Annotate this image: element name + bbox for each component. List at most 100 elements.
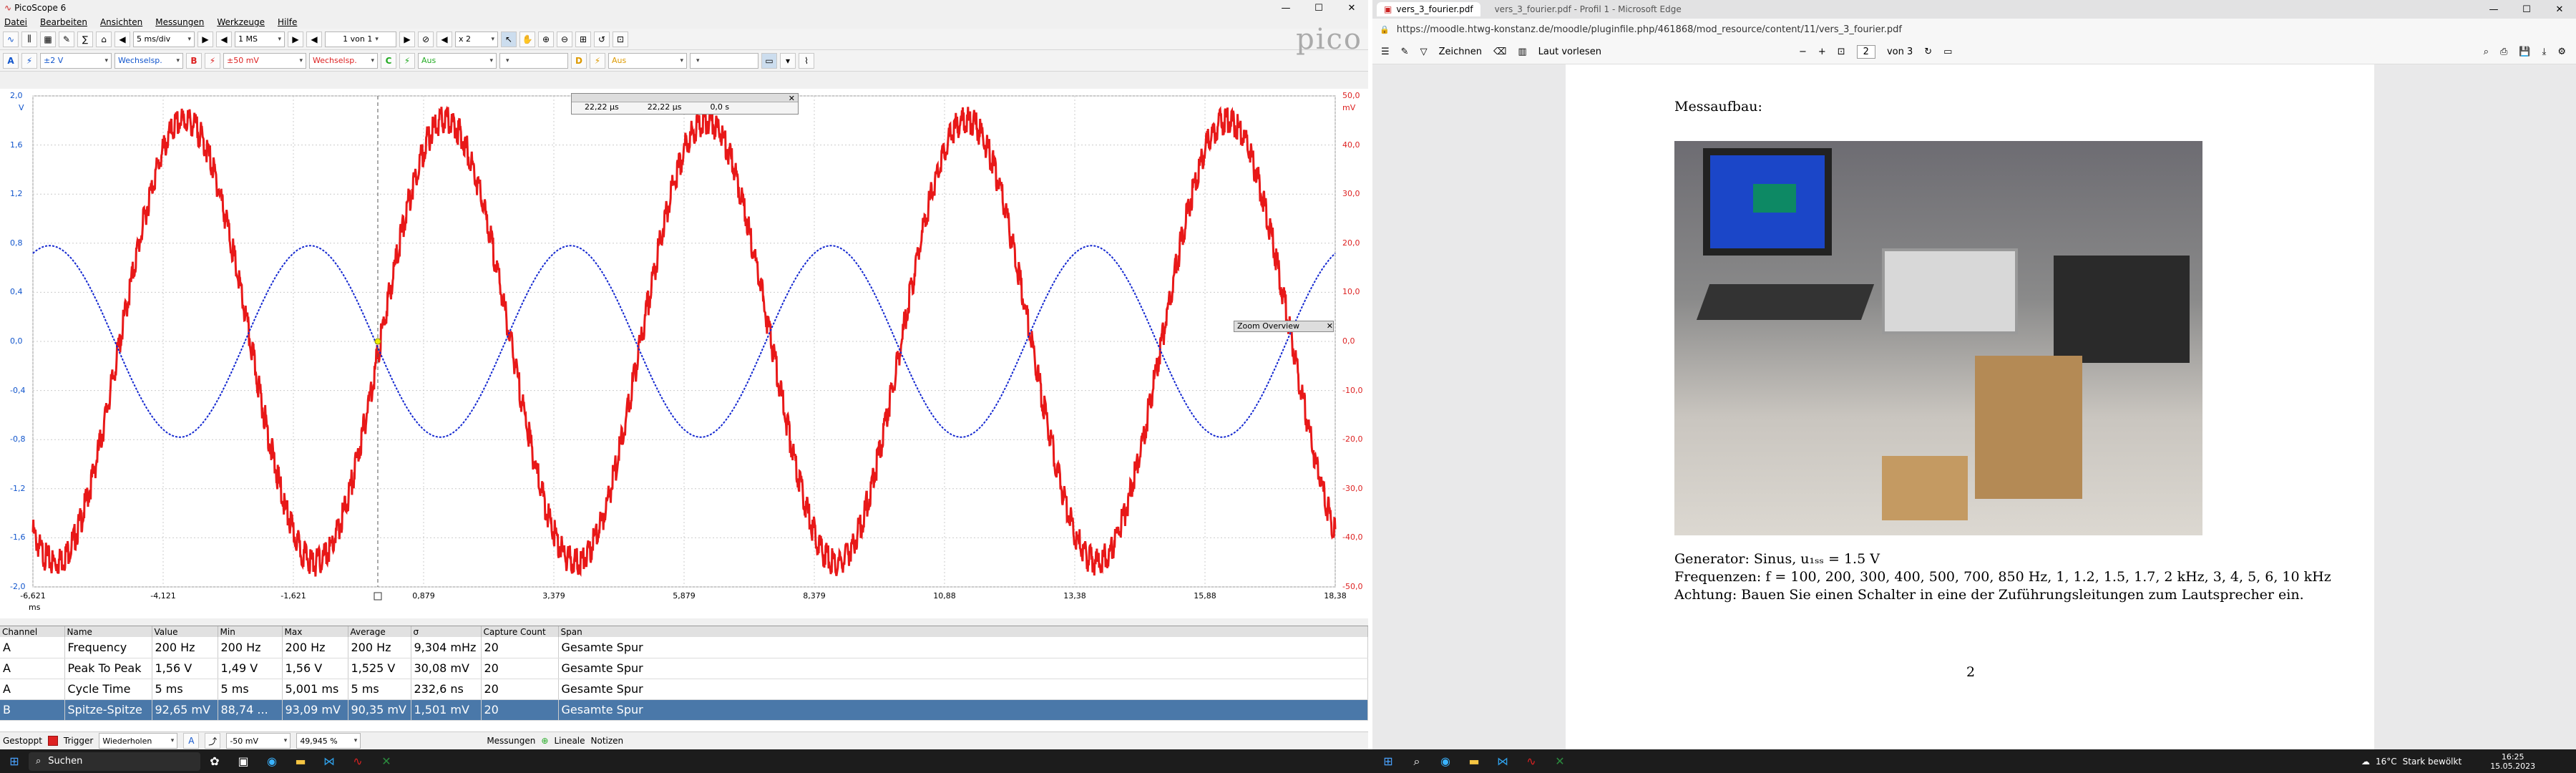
fit-page-icon[interactable]: ⊡ [1838,47,1845,57]
undo-zoom-icon[interactable]: ↺ [594,31,610,47]
prev-capture-icon[interactable]: ◀ [306,31,322,47]
search-box[interactable]: ⌕ Suchen [29,752,200,771]
spectrum-mode-icon[interactable]: ⫼ [21,31,37,47]
two-page-icon[interactable]: ▭ [1943,47,1952,57]
menu-datei[interactable]: Datei [4,17,27,27]
scope-mode-icon[interactable]: ∿ [3,31,19,47]
eraser-icon[interactable]: ⌫ [1493,47,1506,57]
edge-minimize-button[interactable]: — [2477,4,2510,15]
prev-zoom-icon[interactable]: ◀ [436,31,452,47]
channel-d-state-select[interactable]: Aus [608,52,687,69]
url-field[interactable]: https://moodle.htwg-konstanz.de/moodle/p… [1397,24,1902,35]
page-view-icon[interactable]: ▥ [1518,47,1526,57]
picoscope-task-icon[interactable]: ∿ [343,749,372,773]
print-icon[interactable]: ⎙ [2500,47,2507,57]
edge-icon-2[interactable]: ◉ [1431,749,1460,773]
col-name[interactable]: Name [64,626,152,637]
more-options-icon[interactable]: ▾ [780,52,796,69]
channel-d-coupling-select[interactable] [690,52,758,69]
notes-tab[interactable]: Notizen [591,736,624,746]
start-icon-2[interactable]: ⊞ [1374,749,1402,773]
measurements-tab[interactable]: Messungen [487,736,535,746]
rotate-icon[interactable]: ↻ [1924,47,1932,57]
channel-c-state-select[interactable]: Aus [418,52,497,69]
task-view-icon[interactable]: ▣ [229,749,258,773]
channel-a-icon[interactable]: A [3,52,19,69]
signal-generator-icon[interactable]: ▭ [761,52,777,69]
clock[interactable]: 16:25 15.05.2023 [2490,752,2535,771]
zoom-fit-icon[interactable]: ⊡ [613,31,628,47]
prev-icon[interactable]: ◀ [114,31,130,47]
menu-messungen[interactable]: Messungen [155,17,204,27]
excel-icon[interactable]: ✕ [372,749,401,773]
page-input[interactable]: 2 [1856,45,1875,59]
pointer-icon[interactable]: ↖ [501,31,517,47]
col-max[interactable]: Max [282,626,348,637]
channel-c-probe-icon[interactable]: ⚡ [399,52,415,69]
measurement-row[interactable]: A Peak To Peak 1,56 V 1,49 V 1,56 V 1,525 V 30… [0,658,1368,679]
highlight-icon[interactable]: ✎ [1401,47,1409,57]
explorer-icon[interactable]: ▬ [286,749,315,773]
channel-c-coupling-select[interactable] [499,52,568,69]
channel-a-coupling-select[interactable]: Wechselsp. [114,52,183,69]
zoom-out-icon[interactable]: ⊖ [557,31,572,47]
prev-samples-icon[interactable]: ◀ [216,31,232,47]
next-capture-icon[interactable]: ▶ [399,31,415,47]
signal-icon[interactable]: ⌇ [799,52,814,69]
add-measurement-icon[interactable]: ⊕ [541,736,548,746]
math-icon[interactable]: ∑ [77,31,93,47]
channel-d-probe-icon[interactable]: ⚡ [590,52,605,69]
edge-icon[interactable]: ◉ [258,749,286,773]
weather-widget[interactable]: ☁ 16°C Stark bewölkt [2361,757,2462,767]
draw-icon[interactable]: ▽ [1420,47,1428,57]
trigger-edge-icon[interactable]: ⤴ [205,733,221,749]
vscode-icon[interactable]: ⋈ [315,749,343,773]
home-icon[interactable]: ⌂ [96,31,112,47]
read-aloud-button[interactable]: Laut vorlesen [1538,47,1601,57]
edge-maximize-button[interactable]: ☐ [2510,4,2543,15]
stop-button[interactable] [47,736,58,746]
col-span[interactable]: Span [558,626,1368,637]
draw-label[interactable]: Zeichnen [1439,47,1482,57]
close-button[interactable]: ✕ [1335,3,1368,14]
app-icon-1[interactable]: ✿ [200,749,229,773]
scope-view[interactable]: ✕ 22,22 µs 22,22 µs 0,0 s Zoom Overview … [0,89,1368,618]
zoom-overview-close-icon[interactable]: ✕ [1327,321,1333,331]
col-sigma[interactable]: σ [411,626,482,637]
zoom-in-icon[interactable]: ⊕ [538,31,554,47]
rulers-tab[interactable]: Lineale [554,736,585,746]
save-icon[interactable]: 💾 [2519,47,2530,57]
tools-icon[interactable]: ✎ [59,31,74,47]
pdf-settings-icon[interactable]: ⚙ [2557,47,2566,57]
vscode-icon-2[interactable]: ⋈ [1488,749,1517,773]
channel-d-icon[interactable]: D [571,52,587,69]
zoom-out-button[interactable]: − [1799,47,1807,57]
channel-a-probe-icon[interactable]: ⚡ [21,52,37,69]
measurement-row[interactable]: A Cycle Time 5 ms 5 ms 5,001 ms 5 ms 232,6 ns 2… [0,679,1368,700]
trigger-mode-select[interactable]: Wiederholen [99,733,178,749]
col-value[interactable]: Value [152,626,218,637]
menu-hilfe[interactable]: Hilfe [278,17,297,27]
minimize-button[interactable]: — [1269,3,1302,14]
pdf-search-icon[interactable]: ⌕ [2484,47,2489,57]
zoom-area-icon[interactable]: ⊞ [575,31,591,47]
excel-icon-2[interactable]: ✕ [1546,749,1574,773]
trigger-level-select[interactable]: -50 mV [226,733,291,749]
menu-ansichten[interactable]: Ansichten [100,17,142,27]
channel-b-range-select[interactable]: ±50 mV [223,52,306,69]
persistence-mode-icon[interactable]: ▦ [40,31,56,47]
col-capture-count[interactable]: Capture Count [481,626,559,637]
explorer-icon-2[interactable]: ▬ [1460,749,1488,773]
zoom-select[interactable]: x 2 [455,31,498,47]
pretrigger-select[interactable]: 49,945 % [296,733,361,749]
maximize-button[interactable]: ☐ [1302,3,1335,14]
edge-close-button[interactable]: ✕ [2543,4,2576,15]
next-icon[interactable]: ▶ [197,31,213,47]
next-samples-icon[interactable]: ▶ [288,31,303,47]
col-average[interactable]: Average [348,626,411,637]
measurement-row[interactable]: A Frequency 200 Hz 200 Hz 200 Hz 200 Hz 9,304 … [0,637,1368,658]
trigger-channel-icon[interactable]: A [183,733,200,749]
menu-bearbeiten[interactable]: Bearbeiten [40,17,87,27]
contents-icon[interactable]: ☰ [1381,47,1390,57]
channel-b-probe-icon[interactable]: ⚡ [205,52,220,69]
